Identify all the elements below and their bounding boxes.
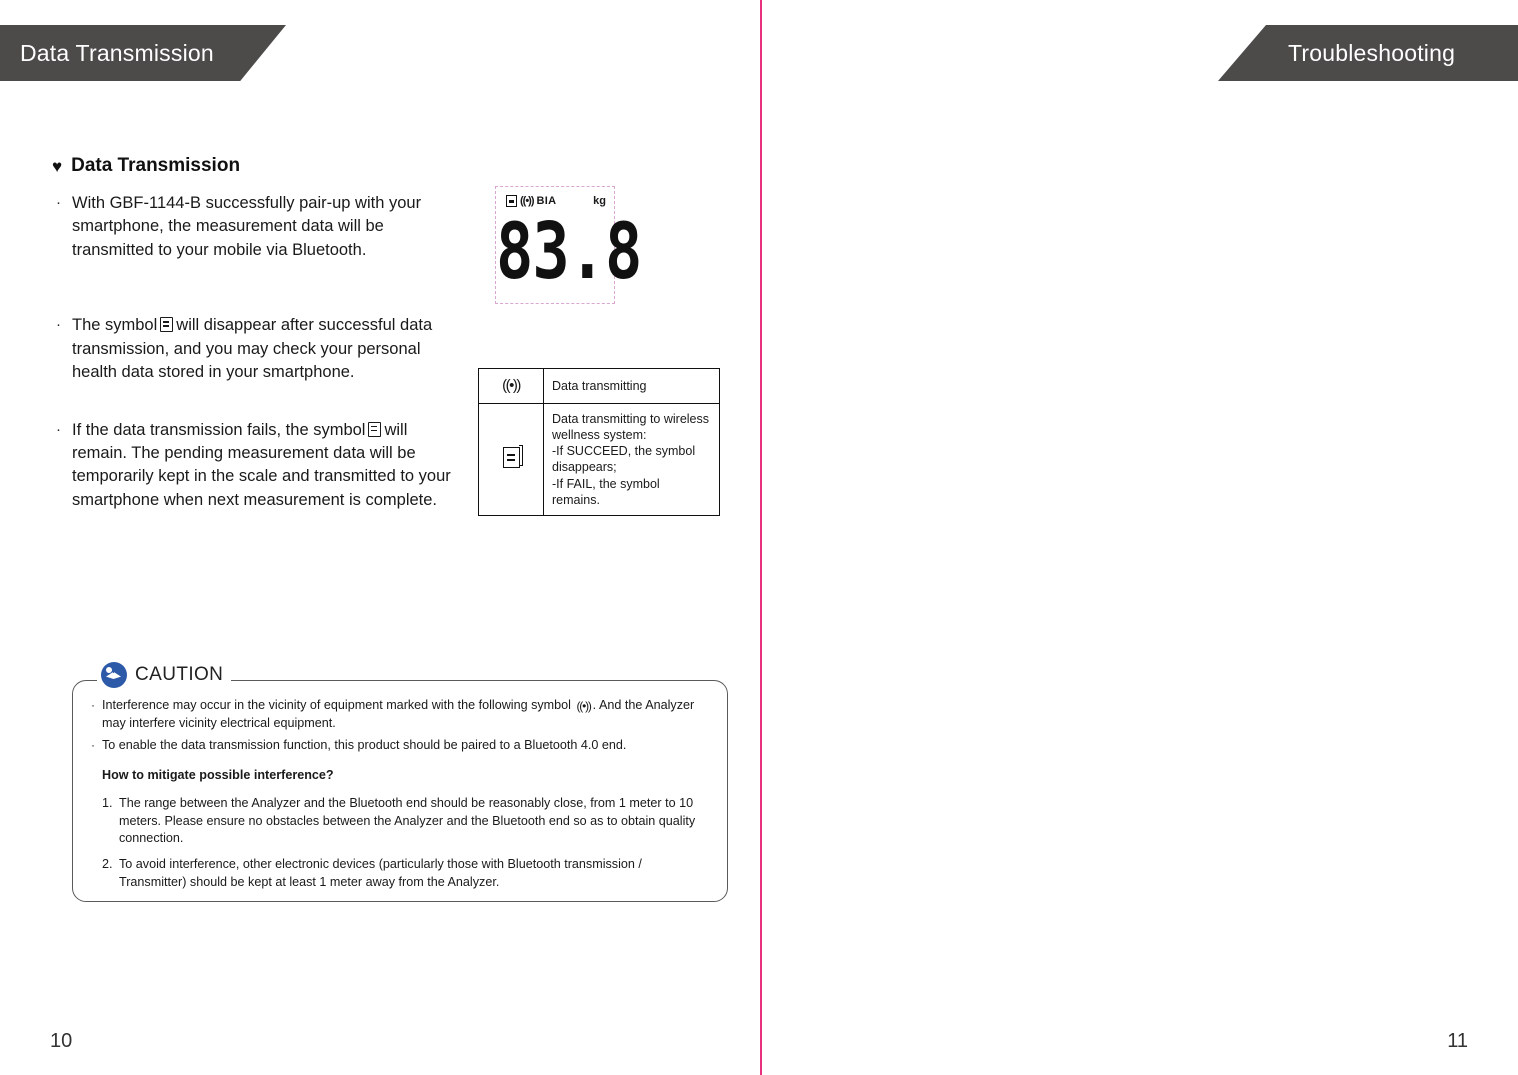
- bullet-item: · If the data transmission fails, the sy…: [56, 419, 466, 513]
- page-gutter-divider: [760, 0, 762, 1075]
- caution-body: · Interference may occur in the vicinity…: [73, 681, 727, 892]
- caution-item-text: To enable the data transmission function…: [102, 737, 627, 752]
- pending-data-icon: [368, 421, 382, 437]
- caution-text-before: Interference may occur in the vicinity o…: [102, 698, 571, 712]
- lcd-display-illustration: ((•)) BIA kg 83.8: [495, 186, 642, 304]
- page-number-left: 10: [50, 1030, 73, 1052]
- bullet-marker: ·: [56, 194, 61, 211]
- section-heading-label: Data Transmission: [71, 155, 241, 176]
- page-left: Data Transmission ♥ Data Transmission · …: [0, 0, 760, 1075]
- wireless-icon: ((•)): [576, 699, 591, 713]
- caution-item-text: Interference may occur in the vicinity o…: [102, 697, 705, 733]
- caution-title: CAUTION: [135, 664, 224, 685]
- list-number: 1.: [102, 795, 113, 810]
- caution-legend: CAUTION: [97, 662, 232, 688]
- symbol-description: Data transmitting: [543, 368, 720, 404]
- caution-numbered-item: 1. The range between the Analyzer and th…: [102, 795, 705, 849]
- caution-icon: [101, 662, 127, 688]
- lcd-weight-value: 83.8: [496, 205, 642, 297]
- pending-data-icon: [160, 317, 174, 333]
- caution-subheading: How to mitigate possible interference?: [102, 767, 334, 782]
- bullet-item: · With GBF-1144-B successfully pair-up w…: [56, 192, 466, 262]
- bullet-text-before: The symbol: [72, 316, 158, 335]
- list-text: To avoid interference, other electronic …: [119, 857, 642, 890]
- bullet-item: · The symbol will disappear after success…: [56, 314, 466, 384]
- data-transmission-bullets: · With GBF-1144-B successfully pair-up w…: [56, 192, 466, 546]
- bullet-marker: ·: [91, 698, 95, 712]
- caution-item: · Interference may occur in the vicinity…: [91, 697, 705, 733]
- bullet-marker: ·: [91, 737, 95, 752]
- manual-spread: Data Transmission ♥ Data Transmission · …: [0, 0, 1518, 1075]
- bullet-marker: ·: [56, 316, 61, 334]
- wireless-icon: ((•)): [502, 377, 521, 394]
- bullet-text: The symbol will disappear after successfu…: [72, 314, 466, 384]
- chapter-tab-label: Troubleshooting: [1288, 39, 1456, 66]
- bullet-marker: ·: [56, 420, 61, 438]
- page-number-right: 11: [1447, 1030, 1468, 1052]
- list-text: The range between the Analyzer and the B…: [119, 795, 696, 846]
- table-row: Data transmitting to wireless wellness s…: [478, 402, 720, 516]
- caution-numbered-item: 2. To avoid interference, other electron…: [102, 856, 705, 892]
- bullet-text: If the data transmission fails, the symb…: [72, 419, 466, 513]
- list-number: 2.: [102, 857, 113, 872]
- notebook-icon: [502, 444, 523, 468]
- symbol-cell: ((•)): [478, 368, 544, 404]
- table-row: ((•)) Data transmitting: [478, 368, 720, 404]
- heart-icon: ♥: [52, 156, 63, 176]
- bullet-text-before: If the data transmission fails, the symb…: [72, 420, 366, 439]
- chapter-tab-label: Data Transmission: [20, 39, 214, 66]
- symbol-meaning-table: ((•)) Data transmitting Data transmittin…: [478, 368, 720, 516]
- section-heading-data-transmission: ♥ Data Transmission: [52, 155, 240, 177]
- symbol-cell: [478, 402, 544, 516]
- page-right: Troubleshooting ♥ Error Prompt Error Des…: [760, 0, 1518, 1075]
- caution-box: CAUTION · Interference may occur in the …: [72, 662, 728, 902]
- chapter-tab-data-transmission: Data Transmission: [0, 25, 286, 81]
- symbol-description: Data transmitting to wireless wellness s…: [543, 402, 720, 516]
- caution-item: · To enable the data transmission functi…: [91, 737, 705, 755]
- bullet-text: With GBF-1144-B successfully pair-up wit…: [72, 194, 422, 259]
- chapter-tab-troubleshooting: Troubleshooting: [1218, 25, 1518, 81]
